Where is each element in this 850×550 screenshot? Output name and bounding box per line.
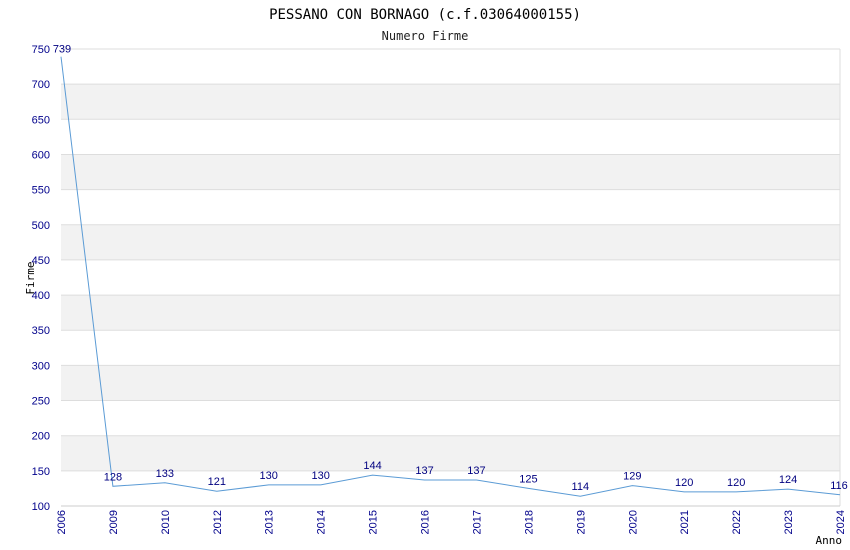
data-label: 130 [260,470,278,482]
plot-background [61,49,840,506]
plot-band [61,295,840,331]
x-tick-label: 2024 [835,510,847,534]
x-tick-label: 2022 [731,510,743,534]
data-label: 130 [311,470,329,482]
x-tick-labels: 2006 2009 2010 2012 2013 2014 2015 2016 2017 2018… [56,510,847,534]
chart-title: PESSANO CON BORNAGO (c.f.03064000155) [269,7,581,23]
line-chart: PESSANO CON BORNAGO (c.f.03064000155) Nu… [24,7,848,547]
x-tick-label: 2023 [783,510,795,534]
x-tick-label: 2017 [471,510,483,534]
chart-subtitle: Numero Firme [382,29,469,43]
x-tick-label: 2009 [108,510,120,534]
data-label: 739 [53,44,71,56]
x-tick-label: 2019 [575,510,587,534]
y-tick-label: 400 [32,290,50,302]
y-tick-label: 650 [32,114,50,126]
y-tick-label: 700 [32,79,50,91]
y-tick-label: 600 [32,149,50,161]
x-tick-label: 2014 [316,510,328,534]
x-tick-label: 2006 [56,510,68,534]
y-tick-label: 200 [32,431,50,443]
x-tick-label: 2018 [523,510,535,534]
x-tick-label: 2020 [627,510,639,534]
data-label: 121 [208,476,226,488]
data-label: 128 [104,471,122,483]
data-label: 144 [363,460,381,472]
data-label: 120 [675,477,693,489]
x-tick-label: 2021 [679,510,691,534]
y-tick-label: 550 [32,185,50,197]
plot-band [61,470,840,506]
y-tick-label: 250 [32,396,50,408]
data-label: 114 [572,481,590,493]
plot-band [61,365,840,401]
plot-band [61,435,840,471]
x-tick-label: 2010 [160,510,172,534]
x-axis-label: Anno [816,534,843,547]
plot-band [61,259,840,296]
data-label: 125 [519,473,537,485]
y-tick-label: 350 [32,325,50,337]
x-tick-label: 2015 [368,510,380,534]
y-tick-label: 150 [32,466,50,478]
x-tick-label: 2012 [212,510,224,534]
y-tick-label: 300 [32,360,50,372]
data-label: 124 [779,474,797,486]
plot-band [61,154,840,190]
data-label: 137 [415,465,433,477]
plot-band [61,400,840,436]
y-tick-label: 750 [32,44,50,56]
plot-band [61,84,840,120]
data-label: 120 [727,477,745,489]
data-label: 129 [623,471,641,483]
plot-band [61,49,840,85]
data-label: 133 [156,468,174,480]
data-label: 137 [467,465,485,477]
data-label: 116 [830,480,848,492]
plot-band [61,330,840,366]
y-tick-label: 450 [32,255,50,267]
y-tick-label: 500 [32,220,50,232]
plot-band [61,119,840,155]
y-tick-label: 100 [32,501,50,513]
plot-band [61,189,840,225]
plot-band [61,224,840,260]
x-tick-label: 2013 [264,510,276,534]
x-tick-label: 2016 [420,510,432,534]
